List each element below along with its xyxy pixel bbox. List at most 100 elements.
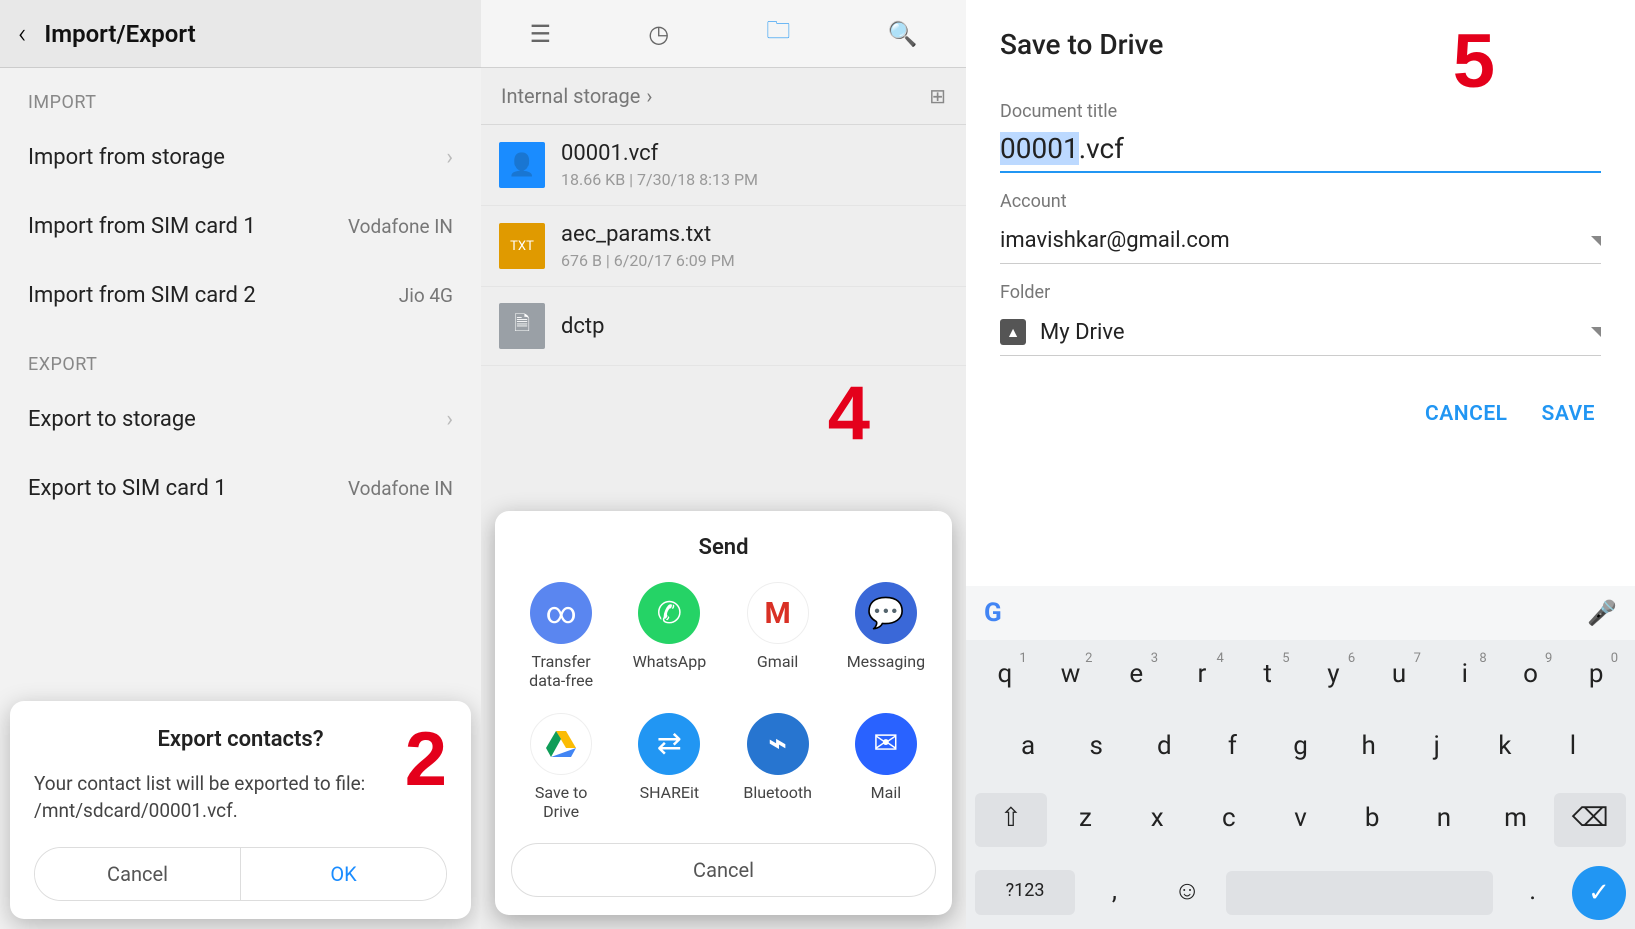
account-label: Account [1000, 191, 1601, 212]
step-number: 5 [1453, 18, 1495, 105]
recent-icon[interactable]: ◷ [648, 20, 669, 48]
cancel-button[interactable]: CANCEL [1425, 402, 1508, 426]
item-export-storage[interactable]: Export to storage › [0, 385, 481, 454]
save-button[interactable]: SAVE [1542, 402, 1595, 426]
app-transfer[interactable]: ∞Transfer data-free [511, 582, 611, 690]
page-title: Import/Export [44, 20, 195, 48]
key-c[interactable]: c [1196, 793, 1262, 847]
item-import-sim1[interactable]: Import from SIM card 1 Vodafone IN [0, 192, 481, 261]
key-l[interactable]: l [1542, 721, 1604, 775]
sheet-title: Send [511, 535, 936, 560]
key-e[interactable]: 3e [1106, 649, 1166, 703]
app-gmail[interactable]: MGmail [728, 582, 828, 690]
key-d[interactable]: d [1133, 721, 1195, 775]
item-export-sim1[interactable]: Export to SIM card 1 Vodafone IN [0, 454, 481, 523]
key-w[interactable]: 2w [1041, 649, 1101, 703]
page-title: Save to Drive [966, 0, 1635, 83]
chevron-right-icon: › [446, 145, 453, 170]
key-q[interactable]: 1q [975, 649, 1035, 703]
key-f[interactable]: f [1201, 721, 1263, 775]
search-icon[interactable]: 🔍 [888, 20, 918, 48]
key-k[interactable]: k [1474, 721, 1536, 775]
dialog-body: Your contact list will be exported to fi… [34, 770, 447, 825]
key-g[interactable]: g [1269, 721, 1331, 775]
transfer-icon: ∞ [530, 582, 592, 644]
key-y[interactable]: 6y [1304, 649, 1364, 703]
enter-key[interactable]: ✓ [1572, 866, 1626, 920]
key-j[interactable]: j [1406, 721, 1468, 775]
file-row[interactable]: 👤 00001.vcf 18.66 KB | 7/30/18 8:13 PM [481, 125, 966, 206]
period-key[interactable]: . [1499, 866, 1566, 920]
key-n[interactable]: n [1411, 793, 1477, 847]
key-m[interactable]: m [1483, 793, 1549, 847]
key-u[interactable]: 7u [1369, 649, 1429, 703]
item-import-sim2[interactable]: Import from SIM card 2 Jio 4G [0, 261, 481, 330]
folder-icon[interactable]: 🗀 [766, 13, 790, 54]
folder-select[interactable]: ▲ My Drive [1000, 309, 1601, 356]
suggestion-bar: G 🎤 [966, 586, 1635, 640]
backspace-key[interactable]: ⌫ [1554, 793, 1626, 847]
txt-file-icon: TXT [499, 223, 545, 269]
dialog-title: Export contacts? [34, 727, 447, 752]
topbar: ☰ ◷ 🗀 🔍 [481, 0, 966, 68]
file-row[interactable]: TXT aec_params.txt 676 B | 6/20/17 6:09 … [481, 206, 966, 287]
space-key[interactable] [1226, 871, 1493, 915]
whatsapp-icon: ✆ [638, 582, 700, 644]
section-import-label: IMPORT [0, 68, 481, 123]
section-export-label: EXPORT [0, 330, 481, 385]
bluetooth-icon: ⌁ [747, 713, 809, 775]
app-messaging[interactable]: 💬Messaging [836, 582, 936, 690]
doc-title-label: Document title [1000, 101, 1601, 122]
comma-key[interactable]: , [1081, 866, 1148, 920]
contact-file-icon: 👤 [499, 142, 545, 188]
google-icon[interactable]: G [984, 598, 1002, 628]
messaging-icon: 💬 [855, 582, 917, 644]
header: ‹ Import/Export [0, 0, 481, 68]
key-z[interactable]: z [1053, 793, 1119, 847]
app-shareit[interactable]: ⇄SHAREit [619, 713, 719, 821]
key-p[interactable]: 0p [1566, 649, 1626, 703]
gmail-icon: M [747, 582, 809, 644]
cancel-button[interactable]: Cancel [511, 843, 936, 897]
key-i[interactable]: 8i [1435, 649, 1495, 703]
key-t[interactable]: 5t [1238, 649, 1298, 703]
app-whatsapp[interactable]: ✆WhatsApp [619, 582, 719, 690]
key-r[interactable]: 4r [1172, 649, 1232, 703]
back-icon[interactable]: ‹ [18, 17, 26, 50]
keyboard: G 🎤 1q2w3e4r5t6y7u8i9o0p asdfghjkl ⇧ zxc… [966, 586, 1635, 929]
emoji-key[interactable]: ☺ [1154, 865, 1221, 920]
grid-view-icon[interactable]: ⊞ [929, 84, 946, 108]
key-s[interactable]: s [1065, 721, 1127, 775]
key-x[interactable]: x [1124, 793, 1190, 847]
shift-key[interactable]: ⇧ [975, 793, 1047, 847]
panel-save-to-drive: Save to Drive Document title 00001.vcf A… [966, 0, 1635, 929]
export-dialog: Export contacts? Your contact list will … [10, 701, 471, 919]
account-select[interactable]: imavishkar@gmail.com [1000, 218, 1601, 264]
key-b[interactable]: b [1339, 793, 1405, 847]
item-import-storage[interactable]: Import from storage › [0, 123, 481, 192]
mic-icon[interactable]: 🎤 [1587, 599, 1617, 627]
step-number: 4 [828, 370, 870, 457]
file-row[interactable]: 🗎 dctp [481, 287, 966, 366]
app-drive[interactable]: Save to Drive [511, 713, 611, 821]
key-v[interactable]: v [1268, 793, 1334, 847]
panel-file-manager: ☰ ◷ 🗀 🔍 Internal storage › ⊞ 👤 00001.vcf… [481, 0, 966, 929]
step-number: 2 [405, 716, 447, 803]
doc-title-input[interactable]: 00001.vcf [1000, 128, 1601, 173]
app-bluetooth[interactable]: ⌁Bluetooth [728, 713, 828, 821]
chevron-right-icon: › [446, 407, 453, 432]
unknown-file-icon: 🗎 [499, 303, 545, 349]
menu-icon[interactable]: ☰ [530, 20, 552, 48]
symbols-key[interactable]: ?123 [975, 870, 1075, 915]
dropdown-caret-icon [1591, 236, 1601, 246]
shareit-icon: ⇄ [638, 713, 700, 775]
key-a[interactable]: a [997, 721, 1059, 775]
app-mail[interactable]: ✉Mail [836, 713, 936, 821]
ok-button[interactable]: OK [240, 848, 446, 900]
mail-icon: ✉ [855, 713, 917, 775]
folder-label: Folder [1000, 282, 1601, 303]
breadcrumb[interactable]: Internal storage › ⊞ [481, 68, 966, 125]
key-o[interactable]: 9o [1501, 649, 1561, 703]
key-h[interactable]: h [1338, 721, 1400, 775]
cancel-button[interactable]: Cancel [35, 848, 240, 900]
